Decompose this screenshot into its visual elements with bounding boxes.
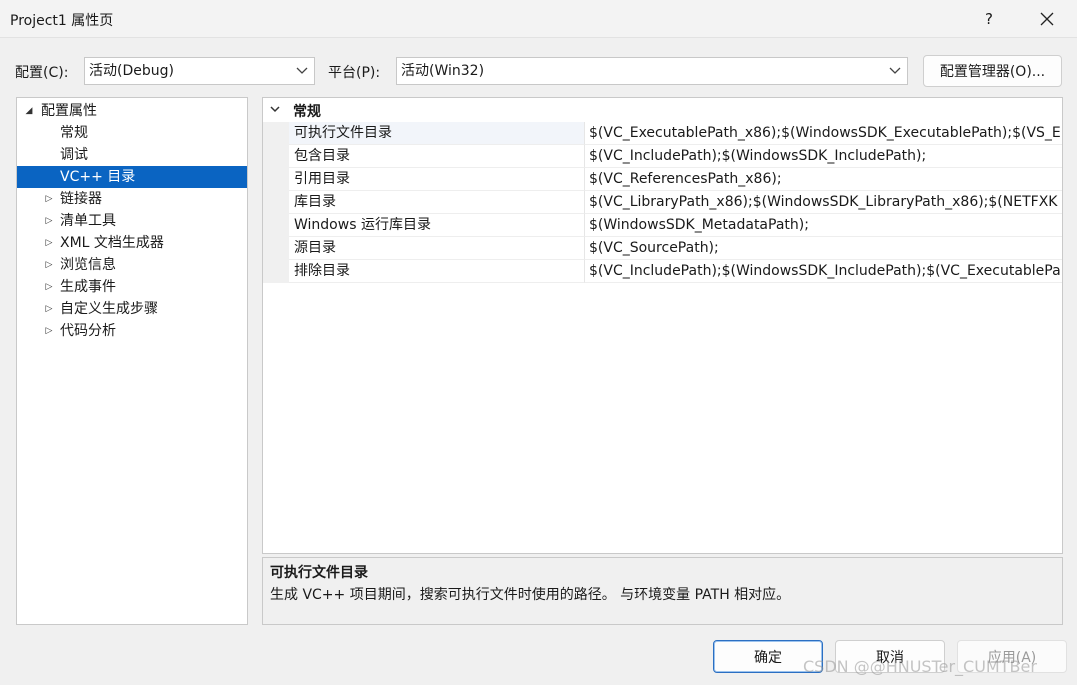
expand-triangle-icon[interactable]: ▷ [44,254,54,276]
tree-item[interactable]: VC++ 目录 [17,166,247,188]
property-name[interactable]: 引用目录 [289,168,585,191]
property-value[interactable]: $(VC_LibraryPath_x86);$(WindowsSDK_Libra… [585,191,1062,214]
row-gutter [263,168,289,191]
property-name[interactable]: 包含目录 [289,145,585,168]
tree-item[interactable]: ▷ 链接器 [17,188,247,210]
tree-item-label: 浏览信息 [60,257,116,273]
expanded-triangle-icon[interactable]: ◢ [24,100,34,122]
tree-item-label: 自定义生成步骤 [60,301,158,317]
property-row[interactable]: 排除目录 $(VC_IncludePath);$(WindowsSDK_Inclu… [263,260,1062,283]
tree-item[interactable]: ▷ XML 文档生成器 [17,232,247,254]
tree-item[interactable]: ▷ 浏览信息 [17,254,247,276]
grid-section-header[interactable]: 常规 [263,98,1062,122]
tree-item[interactable]: ▷ 清单工具 [17,210,247,232]
row-gutter [263,260,289,283]
property-name[interactable]: 可执行文件目录 [289,122,585,145]
property-name[interactable]: 排除目录 [289,260,585,283]
property-row[interactable]: 可执行文件目录 $(VC_ExecutablePath_x86);$(Window… [263,122,1062,145]
close-icon [1040,12,1054,26]
config-manager-button[interactable]: 配置管理器(O)... [923,55,1062,87]
title-bar: Project1 属性页 ? [0,0,1077,38]
row-gutter [263,122,289,145]
description-text: 生成 VC++ 项目期间，搜索可执行文件时使用的路径。 与环境变量 PATH 相… [270,587,791,603]
platform-label: 平台(P): [328,65,381,81]
config-label: 配置(C): [15,65,69,81]
property-name[interactable]: 库目录 [289,191,585,214]
row-gutter [263,145,289,168]
collapse-chevron-icon[interactable] [269,102,281,116]
property-value[interactable]: $(VC_IncludePath);$(WindowsSDK_IncludePa… [585,260,1062,283]
tree-item-label: 链接器 [60,191,102,207]
property-value[interactable]: $(VC_IncludePath);$(WindowsSDK_IncludePa… [585,145,1062,168]
tree-item-label: 清单工具 [60,213,116,229]
tree-item[interactable]: ▷ 自定义生成步骤 [17,298,247,320]
property-name[interactable]: Windows 运行库目录 [289,214,585,237]
help-button[interactable]: ? [970,4,1008,34]
expand-triangle-icon[interactable]: ▷ [44,188,54,210]
config-dropdown[interactable]: 活动(Debug) [84,57,315,85]
close-button[interactable] [1025,4,1069,34]
description-title: 可执行文件目录 [270,565,368,581]
expand-triangle-icon[interactable]: ▷ [44,320,54,342]
property-value[interactable]: $(VC_ReferencesPath_x86); [585,168,1062,191]
expand-triangle-icon[interactable]: ▷ [44,210,54,232]
property-grid: 常规 可执行文件目录 $(VC_ExecutablePath_x86);$(Win… [262,97,1063,554]
row-gutter [263,191,289,214]
section-title: 常规 [293,104,321,120]
expand-triangle-icon[interactable]: ▷ [44,232,54,254]
description-panel: 可执行文件目录 生成 VC++ 项目期间，搜索可执行文件时使用的路径。 与环境变… [262,557,1063,625]
expand-triangle-icon[interactable]: ▷ [44,276,54,298]
platform-dropdown[interactable]: 活动(Win32) [396,57,908,85]
tree-item[interactable]: 调试 [17,144,247,166]
tree-item-label: XML 文档生成器 [60,235,164,251]
tree-item[interactable]: ▷ 生成事件 [17,276,247,298]
property-value[interactable]: $(WindowsSDK_MetadataPath); [585,214,1062,237]
tree-item-label: VC++ 目录 [60,169,136,185]
window-title: Project1 属性页 [10,13,114,29]
tree-root-label: 配置属性 [41,103,97,119]
property-row[interactable]: 源目录 $(VC_SourcePath); [263,237,1062,260]
row-gutter [263,237,289,260]
property-row[interactable]: 引用目录 $(VC_ReferencesPath_x86); [263,168,1062,191]
property-row[interactable]: 包含目录 $(VC_IncludePath);$(WindowsSDK_Inclu… [263,145,1062,168]
config-value: 活动(Debug) [89,63,174,79]
property-name[interactable]: 源目录 [289,237,585,260]
tree-item[interactable]: 常规 [17,122,247,144]
watermark: CSDN @@HNUSTer_CUMTBer [803,657,1037,676]
property-value[interactable]: $(VC_SourcePath); [585,237,1062,260]
platform-value: 活动(Win32) [401,63,485,79]
property-value[interactable]: $(VC_ExecutablePath_x86);$(WindowsSDK_Ex… [585,122,1062,145]
tree-item-label: 生成事件 [60,279,116,295]
row-gutter [263,214,289,237]
chevron-down-icon [889,67,901,74]
tree-item-label: 常规 [60,125,88,141]
property-tree: ◢ 配置属性 常规调试 VC++ 目录 ▷ 链接器 ▷ 清单工具 ▷ XML 文档生成器 ▷ 浏览… [16,97,248,625]
property-row[interactable]: 库目录 $(VC_LibraryPath_x86);$(WindowsSDK_Li… [263,191,1062,214]
tree-item-label: 调试 [60,147,88,163]
tree-root-config-properties[interactable]: ◢ 配置属性 [17,100,247,122]
chevron-down-icon [296,67,308,74]
tree-item-label: 代码分析 [60,323,116,339]
property-row[interactable]: Windows 运行库目录 $(WindowsSDK_MetadataPath); [263,214,1062,237]
expand-triangle-icon[interactable]: ▷ [44,298,54,320]
tree-item[interactable]: ▷ 代码分析 [17,320,247,342]
